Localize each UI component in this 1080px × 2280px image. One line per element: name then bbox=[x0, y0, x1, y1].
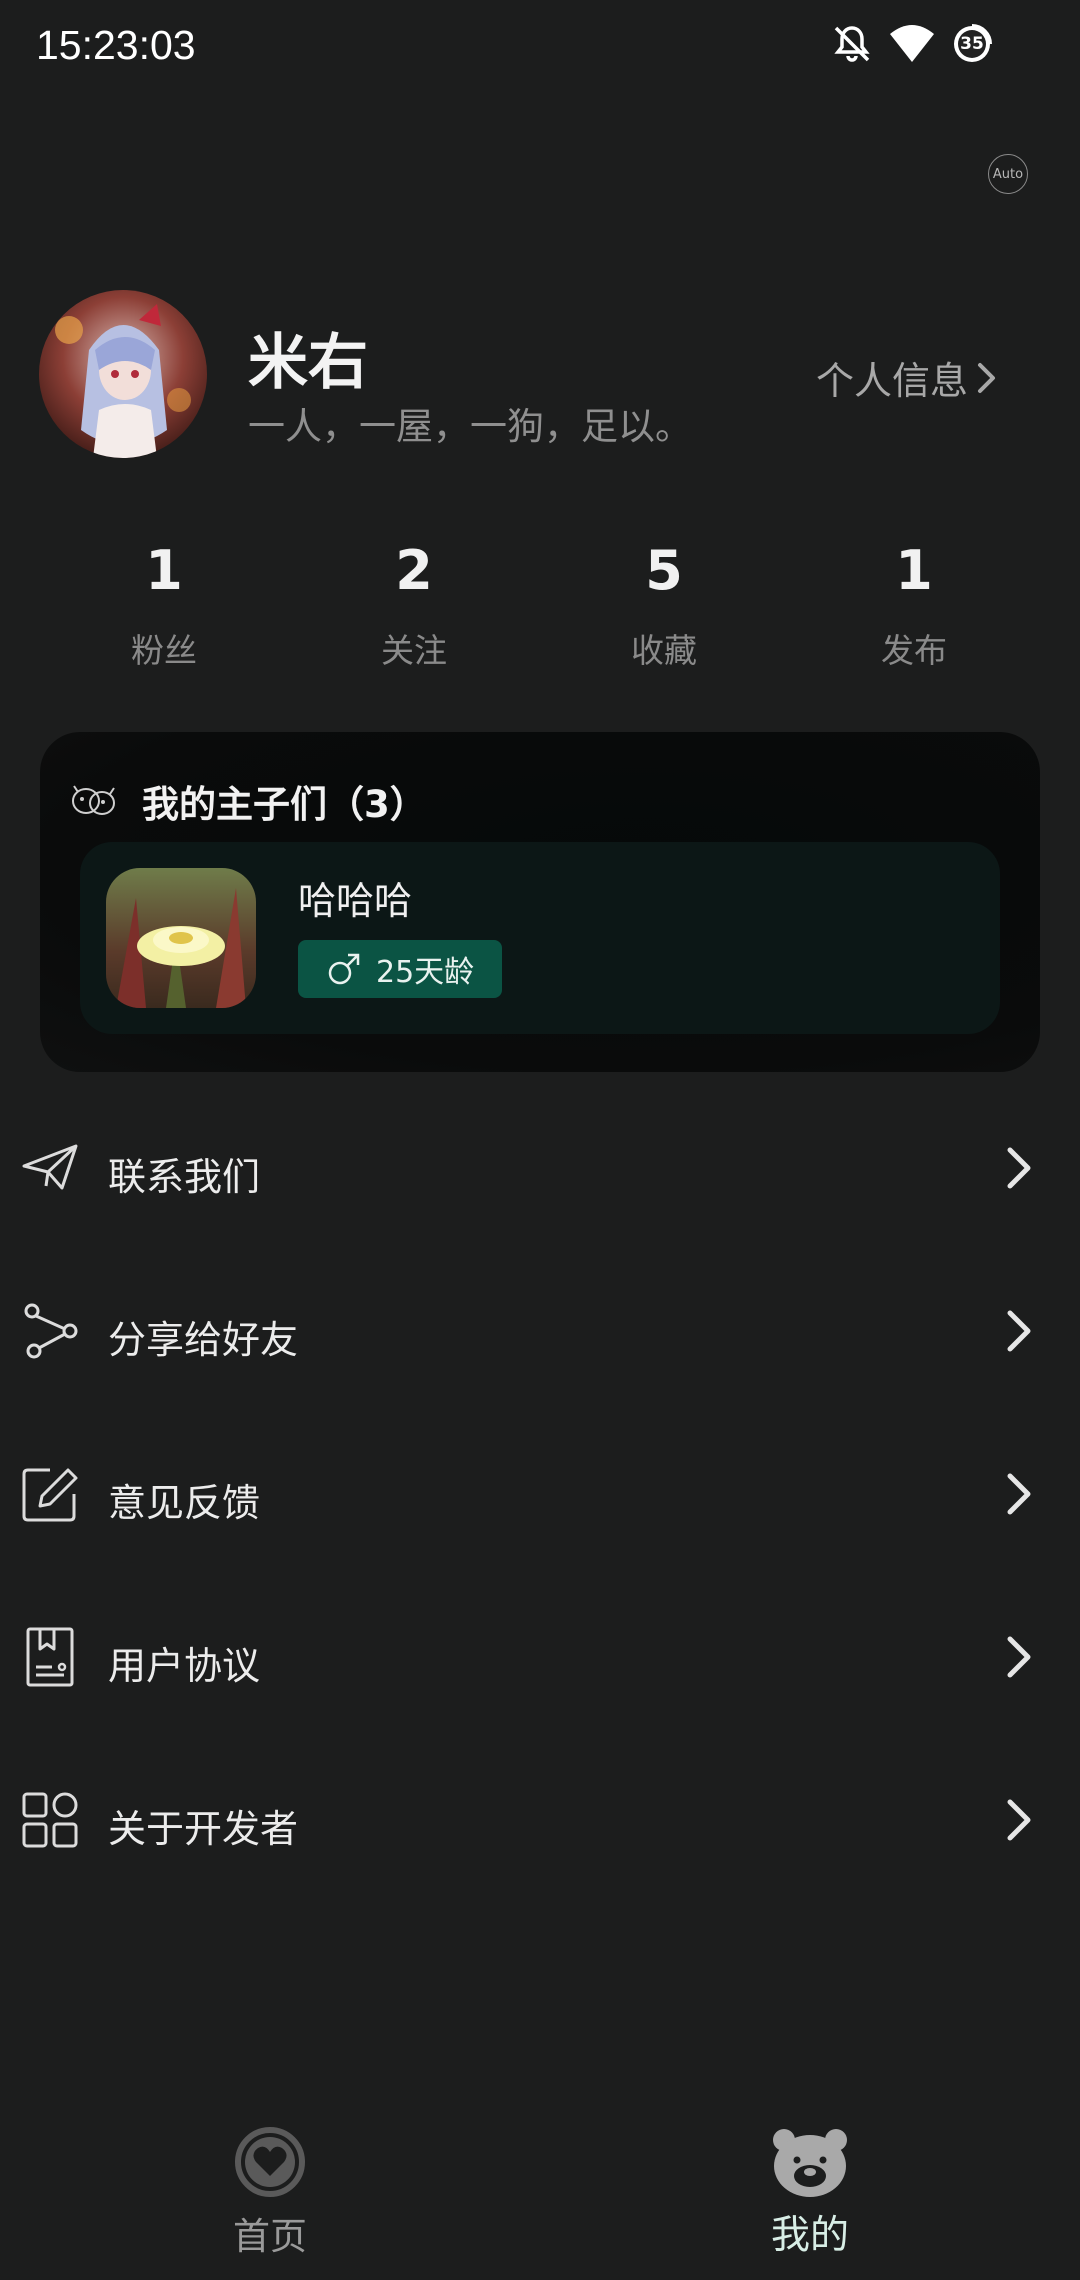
user-bio: 一人，一屋，一狗，足以。 bbox=[248, 405, 692, 448]
pet-age-badge: 25天龄 bbox=[298, 940, 502, 998]
notifications-off-icon bbox=[834, 26, 870, 62]
chevron-right-icon bbox=[978, 362, 996, 393]
chevron-right-icon bbox=[1007, 1636, 1031, 1678]
stat-value: 5 bbox=[645, 539, 683, 602]
stat-posts[interactable]: 1 发布 bbox=[814, 536, 1014, 672]
pet-name: 哈哈哈 bbox=[298, 879, 413, 923]
share-icon bbox=[24, 1303, 78, 1359]
bear-icon bbox=[773, 2129, 847, 2197]
stats-row: 1 粉丝 2 关注 5 收藏 1 发布 bbox=[0, 536, 1080, 686]
menu-label: 用户协议 bbox=[108, 1644, 261, 1688]
stat-label: 粉丝 bbox=[131, 631, 197, 670]
tab-me[interactable]: 我的 bbox=[660, 2100, 960, 2260]
chevron-right-icon bbox=[1007, 1799, 1031, 1841]
document-icon bbox=[26, 1627, 74, 1687]
pet-list-item[interactable]: 哈哈哈 25天龄 bbox=[80, 842, 1000, 1034]
status-time: 15:23:03 bbox=[36, 22, 196, 68]
menu-about-developer[interactable]: 关于开发者 bbox=[0, 1760, 1080, 1880]
stat-following[interactable]: 2 关注 bbox=[314, 536, 514, 672]
stat-label: 关注 bbox=[381, 631, 447, 670]
menu-label: 联系我们 bbox=[108, 1155, 261, 1199]
pets-icon bbox=[72, 785, 115, 815]
heart-icon bbox=[235, 2127, 305, 2197]
my-pets-card: 我的主子们（3） 哈哈哈 25天龄 bbox=[40, 732, 1040, 1072]
stat-value: 2 bbox=[395, 539, 433, 602]
avatar[interactable] bbox=[39, 290, 207, 458]
chevron-right-icon bbox=[1007, 1473, 1031, 1515]
menu-label: 分享给好友 bbox=[108, 1318, 299, 1362]
stat-value: 1 bbox=[895, 539, 933, 602]
tab-home[interactable]: 首页 bbox=[120, 2100, 420, 2260]
grid-icon bbox=[22, 1792, 78, 1848]
menu-user-agreement[interactable]: 用户协议 bbox=[0, 1597, 1080, 1717]
menu-label: 意见反馈 bbox=[108, 1481, 261, 1525]
pets-header: 我的主子们（3） bbox=[70, 774, 427, 828]
stat-favorites[interactable]: 5 收藏 bbox=[564, 536, 764, 672]
personal-info-link[interactable]: 个人信息 bbox=[816, 350, 998, 405]
paper-plane-icon bbox=[22, 1144, 78, 1190]
theme-auto-toggle[interactable]: Auto bbox=[988, 154, 1028, 194]
pet-age: 25天龄 bbox=[376, 955, 475, 990]
pet-photo bbox=[106, 868, 256, 1008]
stat-value: 1 bbox=[145, 539, 183, 602]
menu-label: 关于开发者 bbox=[108, 1807, 299, 1851]
menu-feedback[interactable]: 意见反馈 bbox=[0, 1434, 1080, 1554]
edit-icon bbox=[22, 1468, 78, 1522]
stat-fans[interactable]: 1 粉丝 bbox=[64, 536, 264, 672]
chevron-right-icon bbox=[1007, 1147, 1031, 1189]
wifi-icon bbox=[890, 25, 934, 62]
pets-title: 我的主子们（3） bbox=[142, 783, 427, 826]
username: 米右 bbox=[248, 328, 368, 398]
personal-info-label: 个人信息 bbox=[816, 359, 969, 403]
tab-home-label: 首页 bbox=[233, 2215, 307, 2258]
tab-me-label: 我的 bbox=[770, 2213, 849, 2258]
chevron-right-icon bbox=[1007, 1310, 1031, 1352]
status-bar: 15:23:03 35 bbox=[0, 0, 1080, 92]
bottom-navigation: 首页 我的 bbox=[0, 2100, 1080, 2280]
battery-level: 35 bbox=[960, 34, 984, 54]
menu-share[interactable]: 分享给好友 bbox=[0, 1271, 1080, 1391]
stat-label: 收藏 bbox=[631, 631, 697, 670]
male-icon bbox=[328, 953, 360, 985]
stat-label: 发布 bbox=[881, 631, 947, 670]
menu-contact-us[interactable]: 联系我们 bbox=[0, 1108, 1080, 1228]
